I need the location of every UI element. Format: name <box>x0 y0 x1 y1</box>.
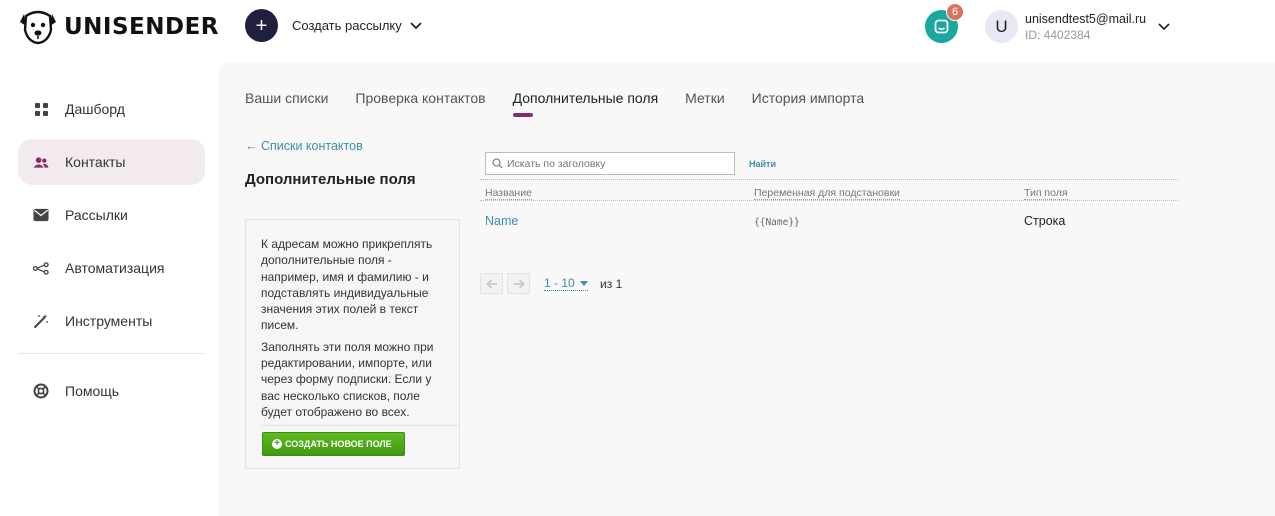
contacts-icon <box>33 154 49 170</box>
info-box: К адресам можно прикреплять дополнительн… <box>245 219 460 469</box>
tab-import-history[interactable]: История импорта <box>752 90 865 106</box>
divider <box>261 425 459 427</box>
tab-your-lists[interactable]: Ваши списки <box>245 90 328 106</box>
sidebar-item-automation[interactable]: Автоматизация <box>18 245 205 291</box>
page-title: Дополнительные поля <box>245 171 416 188</box>
create-field-label: СОЗДАТЬ НОВОЕ ПОЛЕ <box>285 439 392 450</box>
sidebar-item-help[interactable]: Помощь <box>18 368 205 414</box>
help-lifebuoy-icon <box>33 383 49 399</box>
chevron-down-icon <box>1158 22 1170 31</box>
column-header-type[interactable]: Тип поля <box>1020 187 1068 200</box>
sidebar-item-label: Автоматизация <box>65 260 165 276</box>
chevron-down-icon <box>410 21 422 30</box>
tab-custom-fields[interactable]: Дополнительные поля <box>512 90 658 117</box>
search-bar: Найти <box>485 152 776 175</box>
table-header: Название Переменная для подстановки Тип … <box>480 179 1178 201</box>
sidebar: Дашборд Контакты Рассылки Автоматизация … <box>18 86 205 421</box>
column-header-variable[interactable]: Переменная для подстановки <box>750 187 1020 200</box>
sidebar-item-label: Контакты <box>65 154 126 170</box>
dashboard-icon <box>33 101 49 117</box>
pagination: 1 - 10 из 1 <box>480 273 622 294</box>
sidebar-divider <box>18 353 205 354</box>
sidebar-item-label: Инструменты <box>65 313 153 329</box>
search-icon <box>492 158 503 169</box>
caret-down-icon <box>580 281 589 287</box>
tab-tags[interactable]: Метки <box>685 90 725 106</box>
notification-count-badge: 6 <box>946 3 964 21</box>
find-button[interactable]: Найти <box>749 159 776 169</box>
custom-fields-table: Название Переменная для подстановки Тип … <box>480 179 1178 241</box>
header: UNISENDER + Создать рассылку 6 U unisend… <box>0 0 1205 62</box>
inbox-icon <box>934 19 949 34</box>
page-count-text: из 1 <box>600 276 623 291</box>
table-row: Name {{Name}} Строка <box>480 201 1178 241</box>
create-campaign-button[interactable]: + Создать рассылку <box>245 9 422 42</box>
page-size-selector[interactable]: 1 - 10 <box>544 276 589 291</box>
create-campaign-label: Создать рассылку <box>292 18 402 33</box>
field-name-link[interactable]: Name <box>485 214 518 228</box>
field-variable: {{Name}} <box>754 217 800 228</box>
sidebar-item-label: Дашборд <box>65 101 125 117</box>
arrow-left-icon <box>485 278 497 289</box>
plus-icon: + <box>245 9 278 42</box>
sidebar-item-dashboard[interactable]: Дашборд <box>18 86 205 132</box>
dog-logo-icon <box>20 10 56 45</box>
search-input[interactable] <box>507 157 727 170</box>
mail-icon <box>33 207 49 223</box>
info-paragraph: К адресам можно прикреплять дополнительн… <box>261 237 433 333</box>
sidebar-item-label: Помощь <box>65 383 120 399</box>
automation-icon <box>33 260 49 276</box>
tab-contact-check[interactable]: Проверка контактов <box>355 90 485 106</box>
main-panel: Ваши списки Проверка контактов Дополните… <box>218 62 1275 516</box>
field-type: Строка <box>1024 214 1066 228</box>
sidebar-item-contacts[interactable]: Контакты <box>18 139 205 185</box>
prev-page-button[interactable] <box>480 273 503 294</box>
plus-circle-icon: + <box>272 439 282 450</box>
back-to-contact-lists-link[interactable]: ← Списки контактов <box>245 139 363 153</box>
create-field-button[interactable]: + СОЗДАТЬ НОВОЕ ПОЛЕ <box>262 432 405 457</box>
avatar: U <box>985 10 1018 43</box>
notifications-button[interactable]: 6 <box>925 3 964 43</box>
page-range-text: 1 - 10 <box>544 276 575 290</box>
sidebar-item-campaigns[interactable]: Рассылки <box>18 192 205 238</box>
brand-logo[interactable]: UNISENDER <box>18 8 219 46</box>
user-email: unisendtest5@mail.ru <box>1025 11 1147 26</box>
column-header-name[interactable]: Название <box>480 187 750 200</box>
magic-wand-icon <box>33 313 49 329</box>
brand-name: UNISENDER <box>64 14 220 40</box>
sidebar-item-tools[interactable]: Инструменты <box>18 298 205 344</box>
user-info: unisendtest5@mail.ru ID: 4402384 <box>1025 12 1146 42</box>
user-menu[interactable]: U unisendtest5@mail.ru ID: 4402384 <box>985 10 1170 43</box>
info-paragraph: Заполнять эти поля можно при редактирова… <box>261 339 434 419</box>
arrow-right-icon <box>513 278 525 289</box>
next-page-button[interactable] <box>507 273 530 294</box>
tabs: Ваши списки Проверка контактов Дополните… <box>245 90 891 117</box>
user-id: ID: 4402384 <box>1025 27 1091 42</box>
sidebar-item-label: Рассылки <box>65 207 128 223</box>
search-box <box>485 152 735 175</box>
